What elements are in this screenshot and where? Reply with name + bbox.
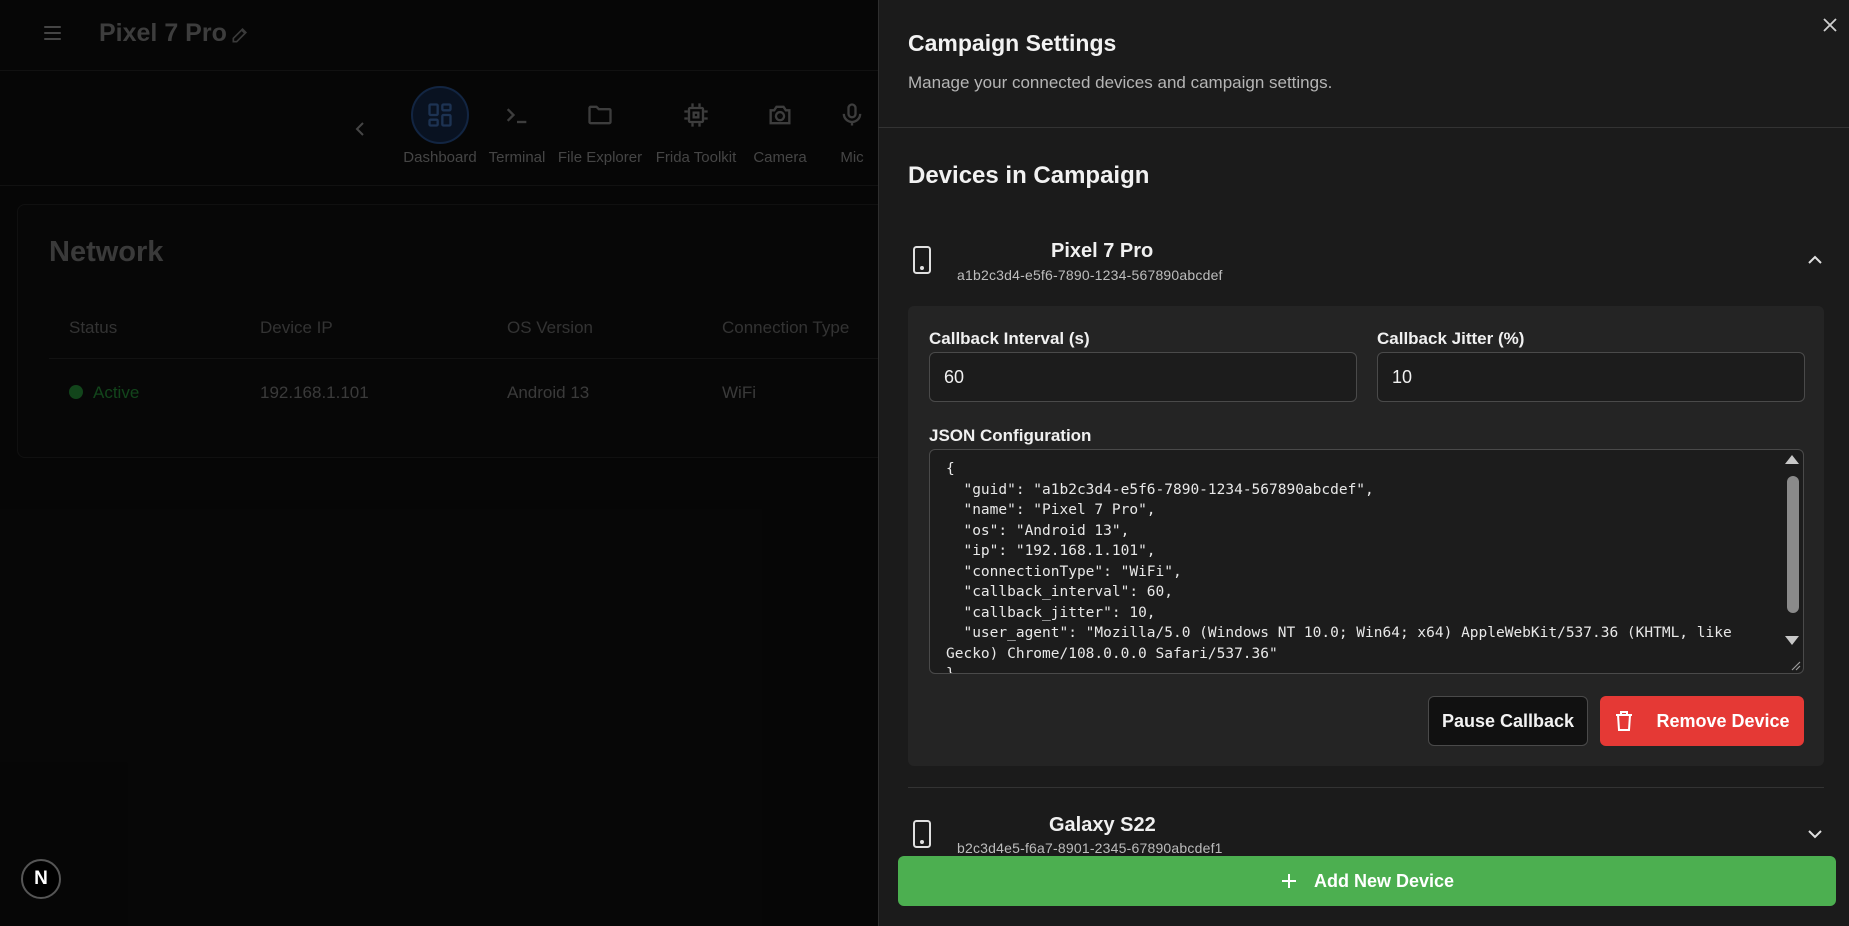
phone-icon [913,246,931,274]
plus-icon [1281,874,1296,888]
framework-badge[interactable]: N [21,859,61,899]
add-new-device-button[interactable]: Add New Device [898,856,1836,906]
panel-divider [878,127,1849,128]
device-name[interactable]: Pixel 7 Pro [1051,240,1153,263]
section-title: Devices in Campaign [908,162,1150,189]
device-guid: b2c3d4e5-f6a7-8901-2345-67890abcdef1 [957,840,1223,856]
remove-device-button[interactable]: Remove Device [1600,696,1804,746]
callback-interval-label: Callback Interval (s) [929,329,1090,348]
device-divider [908,787,1824,788]
phone-icon [913,820,931,848]
add-new-device-label: Add New Device [1313,870,1455,891]
scroll-down-arrow-icon[interactable] [1785,636,1799,645]
callback-jitter-input[interactable]: 10 [1377,352,1805,402]
close-icon[interactable] [1819,14,1841,36]
callback-jitter-label: Callback Jitter (%) [1377,329,1525,348]
remove-device-label: Remove Device [1656,710,1790,731]
pause-callback-button[interactable]: Pause Callback [1428,696,1588,746]
trash-icon [1616,711,1633,731]
json-config-text: { "guid": "a1b2c3d4-e5f6-7890-1234-56789… [946,461,1732,674]
device-guid: a1b2c3d4-e5f6-7890-1234-567890abcdef [957,267,1223,283]
scrollbar-thumb[interactable] [1787,476,1799,613]
json-config-label: JSON Configuration [929,426,1092,445]
app-background: Pixel 7 Pro Dashboard Terminal File Expl… [0,0,889,926]
chevron-down-icon[interactable] [1806,828,1824,840]
modal-overlay[interactable] [0,0,878,926]
scroll-up-arrow-icon[interactable] [1785,455,1799,464]
panel-title: Campaign Settings [908,30,1117,56]
callback-interval-input[interactable]: 60 [929,352,1357,402]
json-config-textarea[interactable]: { "guid": "a1b2c3d4-e5f6-7890-1234-56789… [929,449,1804,674]
device-name[interactable]: Galaxy S22 [1049,814,1156,837]
chevron-up-icon[interactable] [1806,254,1824,266]
resize-grip-icon[interactable] [1789,659,1801,671]
panel-subtitle: Manage your connected devices and campai… [908,73,1333,92]
